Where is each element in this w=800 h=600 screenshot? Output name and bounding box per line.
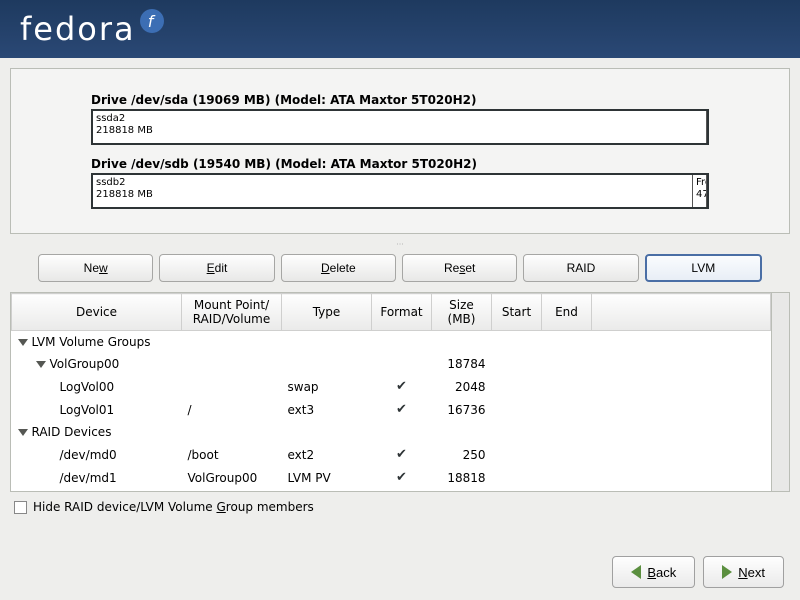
delete-button[interactable]: Delete bbox=[281, 254, 396, 282]
drive-block-sdb: Drive /dev/sdb (19540 MB) (Model: ATA Ma… bbox=[91, 157, 709, 209]
col-start[interactable]: Start bbox=[492, 294, 542, 331]
action-buttons: New Edit Delete Reset RAID LVM bbox=[10, 250, 790, 286]
drive-panel: Drive /dev/sda (19069 MB) (Model: ATA Ma… bbox=[10, 68, 790, 234]
table-row[interactable]: RAID Devices bbox=[12, 421, 771, 443]
main-content: Drive /dev/sda (19069 MB) (Model: ATA Ma… bbox=[0, 58, 800, 600]
partition[interactable]: ssdb2 218818 MB bbox=[93, 175, 693, 207]
drive-bar[interactable]: ssda2 218818 MB bbox=[91, 109, 709, 145]
hide-checkbox[interactable] bbox=[14, 501, 27, 514]
partition-table-area: Device Mount Point/ RAID/Volume Type For… bbox=[10, 292, 790, 492]
reset-button[interactable]: Reset bbox=[402, 254, 517, 282]
table-row[interactable]: VolGroup0018784 bbox=[12, 353, 771, 375]
partition-table[interactable]: Device Mount Point/ RAID/Volume Type For… bbox=[10, 292, 772, 492]
lvm-button[interactable]: LVM bbox=[645, 254, 762, 282]
col-format[interactable]: Format bbox=[372, 294, 432, 331]
drive-bar[interactable]: ssdb2 218818 MB Fre 47 bbox=[91, 173, 709, 209]
hide-label: Hide RAID device/LVM Volume Group member… bbox=[33, 500, 314, 514]
scrollbar[interactable] bbox=[772, 292, 790, 492]
col-device[interactable]: Device bbox=[12, 294, 182, 331]
col-size[interactable]: Size (MB) bbox=[432, 294, 492, 331]
header-bar: fedora f bbox=[0, 0, 800, 58]
new-button[interactable]: New bbox=[38, 254, 153, 282]
raid-button[interactable]: RAID bbox=[523, 254, 638, 282]
drive-block-sda: Drive /dev/sda (19069 MB) (Model: ATA Ma… bbox=[91, 93, 709, 145]
edit-button[interactable]: Edit bbox=[159, 254, 274, 282]
fedora-icon: f bbox=[140, 9, 164, 33]
next-button[interactable]: Next bbox=[703, 556, 784, 588]
drive-title: Drive /dev/sdb (19540 MB) (Model: ATA Ma… bbox=[91, 157, 709, 171]
expand-icon[interactable] bbox=[36, 361, 46, 368]
drive-title: Drive /dev/sda (19069 MB) (Model: ATA Ma… bbox=[91, 93, 709, 107]
pane-handle[interactable]: ··· bbox=[10, 240, 790, 244]
table-row[interactable]: LogVol00swap✔2048 bbox=[12, 375, 771, 398]
hide-option: Hide RAID device/LVM Volume Group member… bbox=[10, 498, 790, 516]
table-row[interactable]: /dev/md0/bootext2✔250 bbox=[12, 443, 771, 466]
col-type[interactable]: Type bbox=[282, 294, 372, 331]
logo-text: fedora bbox=[20, 10, 136, 48]
table-row[interactable]: LVM Volume Groups bbox=[12, 331, 771, 354]
col-spacer bbox=[592, 294, 771, 331]
col-end[interactable]: End bbox=[542, 294, 592, 331]
arrow-right-icon bbox=[722, 565, 732, 579]
fedora-logo: fedora f bbox=[20, 9, 164, 49]
col-mount[interactable]: Mount Point/ RAID/Volume bbox=[182, 294, 282, 331]
back-button[interactable]: Back bbox=[612, 556, 695, 588]
partition-free[interactable]: Fre 47 bbox=[693, 175, 707, 207]
table-row[interactable]: LogVol01/ext3✔16736 bbox=[12, 398, 771, 421]
partition[interactable]: ssda2 218818 MB bbox=[93, 111, 707, 143]
expand-icon[interactable] bbox=[18, 339, 28, 346]
table-row[interactable]: /dev/md1VolGroup00LVM PV✔18818 bbox=[12, 466, 771, 489]
arrow-left-icon bbox=[631, 565, 641, 579]
expand-icon[interactable] bbox=[18, 429, 28, 436]
nav-footer: Back Next bbox=[612, 556, 784, 588]
